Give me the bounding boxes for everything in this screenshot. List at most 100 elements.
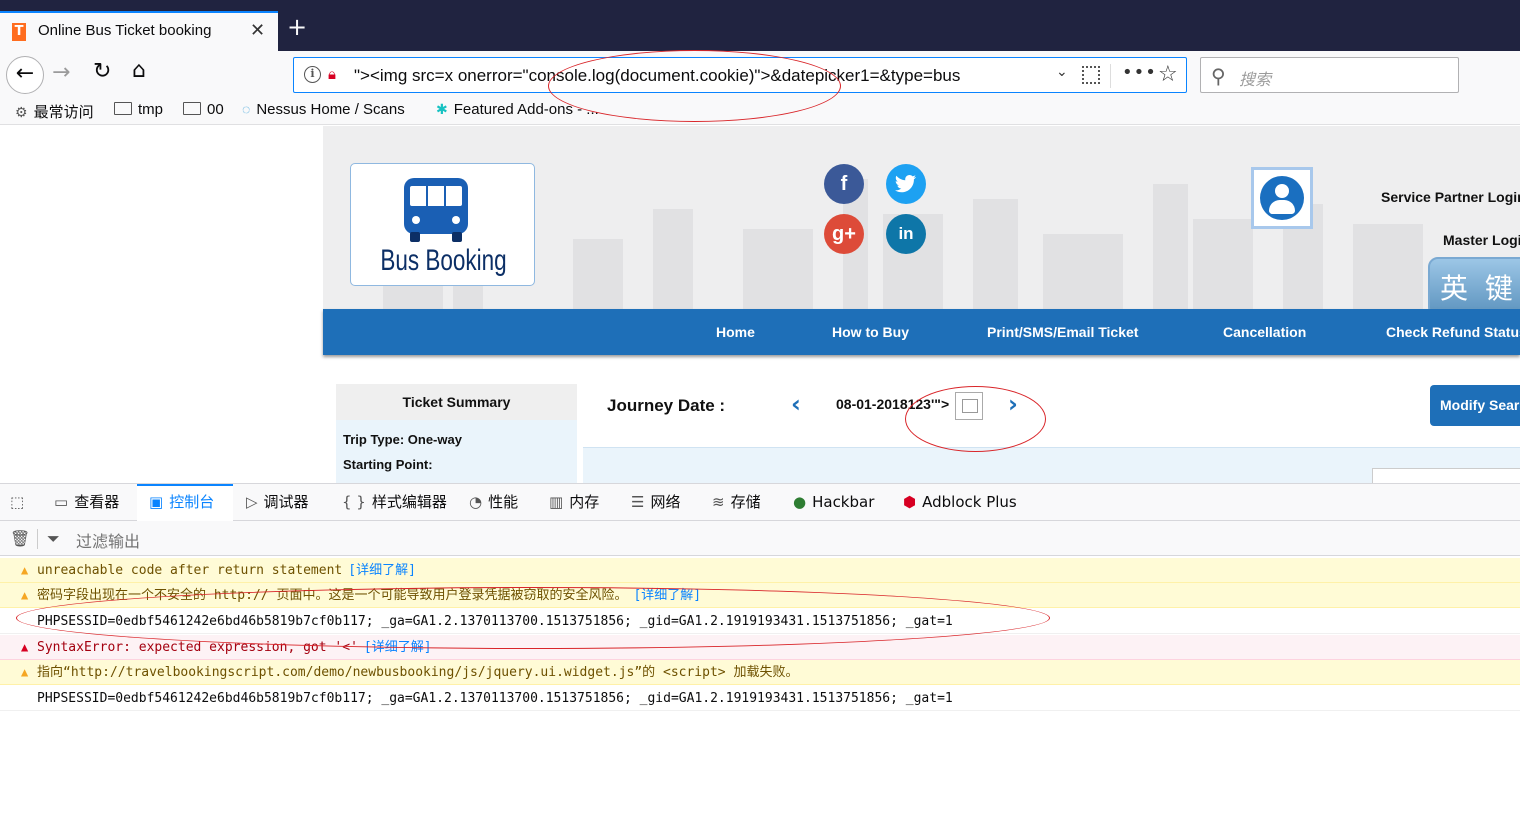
learn-more-link[interactable]: [详细了解] xyxy=(348,563,416,578)
bookmark-label: Featured Add-ons - ... xyxy=(453,101,599,118)
tab-style-editor[interactable]: { } 样式编辑器 xyxy=(342,484,447,521)
style-editor-icon: { } xyxy=(342,493,366,511)
search-input[interactable]: ⚲ 搜索 xyxy=(1200,57,1459,93)
bookmark-label: tmp xyxy=(138,101,164,118)
memory-icon: ▥ xyxy=(549,493,564,511)
navigation-toolbar: ← → ↻ ⌂ i 🔒︎ "><img src=x onerror="conso… xyxy=(0,51,1520,99)
service-partner-login-link[interactable]: Service Partner Login xyxy=(1381,189,1520,205)
network-icon: ☰ xyxy=(631,493,645,511)
site-favicon-icon: T xyxy=(12,23,26,41)
folder-icon xyxy=(114,102,132,115)
tab-label: Hackbar xyxy=(812,493,875,511)
element-picker-icon[interactable]: ⬚ xyxy=(10,484,38,521)
menu-item-how-to-buy[interactable]: How to Buy xyxy=(832,324,909,340)
message-text: 指向“http://travelbookingscript.com/demo/n… xyxy=(37,665,799,680)
bookmark-tmp[interactable]: tmp xyxy=(114,101,163,118)
filter-separator xyxy=(37,529,38,549)
qr-code-icon[interactable] xyxy=(1082,66,1100,84)
url-text[interactable]: "><img src=x onerror="console.log(docume… xyxy=(354,66,960,86)
journey-date-value: 08-01-2018123'"> xyxy=(836,396,950,412)
tab-inspector[interactable]: ▭ 查看器 xyxy=(54,484,119,521)
linkedin-icon[interactable]: in xyxy=(886,214,926,254)
debugger-icon: ▷ xyxy=(246,493,258,511)
site-logo[interactable]: Bus Booking xyxy=(350,163,535,286)
facebook-icon[interactable]: f xyxy=(824,164,864,204)
tab-console[interactable]: ▣ 控制台 xyxy=(137,484,233,521)
reload-button[interactable]: ↻ xyxy=(93,59,111,84)
results-select[interactable] xyxy=(1372,468,1520,483)
tab-debugger[interactable]: ▷ 调试器 xyxy=(246,484,309,521)
console-message-error: ▲ SyntaxError: expected expression, got … xyxy=(0,635,1520,660)
tab-label: 查看器 xyxy=(74,493,120,511)
trip-type: Trip Type: One-way xyxy=(343,432,462,447)
abp-icon: ⬢ xyxy=(903,493,917,511)
tab-label: 调试器 xyxy=(263,493,309,511)
new-tab-button[interactable]: + xyxy=(287,15,307,39)
tab-storage[interactable]: ≋ 存储 xyxy=(712,484,761,521)
insecure-lock-icon[interactable]: 🔒︎ xyxy=(328,65,336,83)
url-bar[interactable]: i 🔒︎ "><img src=x onerror="console.log(d… xyxy=(293,57,1187,93)
menu-item-check-refund[interactable]: Check Refund Status xyxy=(1386,324,1520,340)
error-icon: ▲ xyxy=(21,640,29,654)
tab-label: 性能 xyxy=(488,493,519,511)
twitter-icon[interactable] xyxy=(886,164,926,204)
tab-label: 内存 xyxy=(569,493,600,511)
tab-hackbar[interactable]: ● Hackbar xyxy=(793,484,874,521)
ticket-summary-panel: Ticket Summary Trip Type: One-way Starti… xyxy=(336,384,577,483)
folder-icon xyxy=(183,102,201,115)
gear-icon: ⚙ xyxy=(15,104,28,120)
tab-network[interactable]: ☰ 网络 xyxy=(631,484,680,521)
master-login-link[interactable]: Master Login xyxy=(1443,232,1520,248)
search-placeholder: 搜索 xyxy=(1239,70,1272,89)
storage-icon: ≋ xyxy=(712,493,725,511)
menu-item-print-ticket[interactable]: Print/SMS/Email Ticket xyxy=(987,324,1138,340)
search-icon: ⚲ xyxy=(1211,64,1226,88)
back-button[interactable]: ← xyxy=(6,56,44,94)
home-button[interactable]: ⌂ xyxy=(132,58,146,83)
performance-icon: ◔ xyxy=(469,493,483,511)
bus-icon xyxy=(404,178,468,242)
bookmark-featured-addons[interactable]: ✱ Featured Add-ons - ... xyxy=(436,101,599,118)
google-plus-icon[interactable]: g+ xyxy=(824,214,864,254)
user-avatar[interactable] xyxy=(1251,167,1313,229)
trash-icon[interactable]: 🗑︎ xyxy=(10,529,30,548)
tab-performance[interactable]: ◔ 性能 xyxy=(469,484,518,521)
ticket-summary-title: Ticket Summary xyxy=(336,384,577,420)
tab-memory[interactable]: ▥ 内存 xyxy=(549,484,599,521)
filter-icon: ⏷ xyxy=(47,529,60,548)
console-message-warn: ▲ unreachable code after return statemen… xyxy=(0,558,1520,583)
prev-date-icon[interactable]: ‹ xyxy=(791,390,801,418)
bookmark-00[interactable]: 00 xyxy=(183,101,224,118)
hackbar-icon: ● xyxy=(793,493,807,511)
forward-button[interactable]: → xyxy=(52,60,70,85)
main-menu: Home How to Buy Print/SMS/Email Ticket C… xyxy=(323,309,1520,355)
warning-icon: ▲ xyxy=(21,563,29,577)
bookmark-star-icon[interactable]: ☆ xyxy=(1158,62,1178,87)
menu-item-home[interactable]: Home xyxy=(716,324,755,340)
tab-label: 控制台 xyxy=(169,493,215,511)
web-page: Bus Booking f g+ in Service Partner Logi… xyxy=(0,126,1520,483)
menu-item-cancellation[interactable]: Cancellation xyxy=(1223,324,1306,340)
learn-more-link[interactable]: [详细了解] xyxy=(633,588,701,603)
learn-more-link[interactable]: [详细了解] xyxy=(364,640,432,655)
bookmark-nessus[interactable]: ◌ Nessus Home / Scans xyxy=(242,101,405,118)
tab-adblock-plus[interactable]: ⬢ Adblock Plus xyxy=(903,484,1017,521)
info-icon[interactable]: i xyxy=(304,66,321,83)
message-text: PHPSESSID=0edbf5461242e6bd46b5819b7cf0b1… xyxy=(37,614,953,629)
ime-toolbar[interactable]: 英 键 语 xyxy=(1428,257,1520,345)
page-actions-icon[interactable]: ••• xyxy=(1122,62,1157,83)
nessus-icon: ◌ xyxy=(242,101,251,117)
url-dropdown-icon[interactable]: ⌄ xyxy=(1056,64,1068,80)
bookmark-most-visited[interactable]: ⚙ 最常访问 xyxy=(15,101,94,122)
journey-date-label: Journey Date : xyxy=(607,396,726,415)
browser-tab[interactable]: T Online Bus Ticket booking ✕ xyxy=(0,11,278,51)
filter-output-input[interactable]: 过滤输出 xyxy=(76,528,140,552)
console-icon: ▣ xyxy=(149,493,164,511)
puzzle-icon: ✱ xyxy=(436,101,448,117)
modify-search-button[interactable]: Modify Search xyxy=(1430,385,1520,426)
user-icon xyxy=(1260,176,1304,220)
inspector-icon: ▭ xyxy=(54,493,69,511)
next-date-icon[interactable]: › xyxy=(1008,390,1018,418)
close-tab-icon[interactable]: ✕ xyxy=(250,20,265,41)
warning-icon: ▲ xyxy=(21,665,29,679)
